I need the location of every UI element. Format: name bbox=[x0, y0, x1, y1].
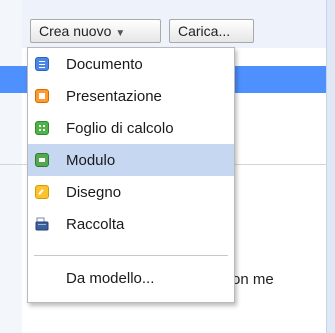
menu-item-label: Disegno bbox=[66, 183, 122, 201]
menu-item-label: Da modello... bbox=[66, 269, 155, 287]
menu-item-label: Foglio di calcolo bbox=[66, 119, 174, 137]
create-new-menu: Documento Presentazione Foglio di calcol… bbox=[27, 47, 235, 303]
menu-item-document[interactable]: Documento bbox=[28, 48, 234, 80]
spreadsheet-icon bbox=[35, 121, 49, 135]
scrollbar-edge bbox=[326, 0, 335, 333]
create-new-button[interactable]: Crea nuovo ▼ bbox=[30, 19, 161, 43]
menu-item-label: Documento bbox=[66, 55, 143, 73]
blank-icon-slot bbox=[35, 271, 49, 285]
menu-item-label: Presentazione bbox=[66, 87, 162, 105]
document-icon bbox=[35, 57, 49, 71]
left-panel-edge bbox=[0, 0, 22, 333]
menu-item-presentation[interactable]: Presentazione bbox=[28, 80, 234, 112]
upload-label: Carica... bbox=[178, 23, 231, 39]
upload-button[interactable]: Carica... bbox=[169, 19, 254, 43]
form-icon bbox=[35, 153, 49, 167]
background-list-text: on me bbox=[232, 271, 274, 288]
menu-item-label: Raccolta bbox=[66, 215, 125, 233]
create-new-label: Crea nuovo bbox=[39, 23, 112, 39]
presentation-icon bbox=[35, 89, 49, 103]
menu-item-label: Modulo bbox=[66, 151, 116, 169]
menu-item-collection[interactable]: Raccolta bbox=[28, 208, 234, 240]
chevron-down-icon: ▼ bbox=[115, 28, 126, 39]
menu-item-spreadsheet[interactable]: Foglio di calcolo bbox=[28, 112, 234, 144]
menu-item-form[interactable]: Modulo bbox=[28, 144, 234, 176]
menu-item-from-template[interactable]: Da modello... bbox=[28, 262, 234, 294]
drawing-icon bbox=[35, 185, 49, 199]
menu-divider bbox=[34, 255, 228, 256]
menu-item-drawing[interactable]: Disegno bbox=[28, 176, 234, 208]
collection-icon bbox=[35, 217, 49, 231]
